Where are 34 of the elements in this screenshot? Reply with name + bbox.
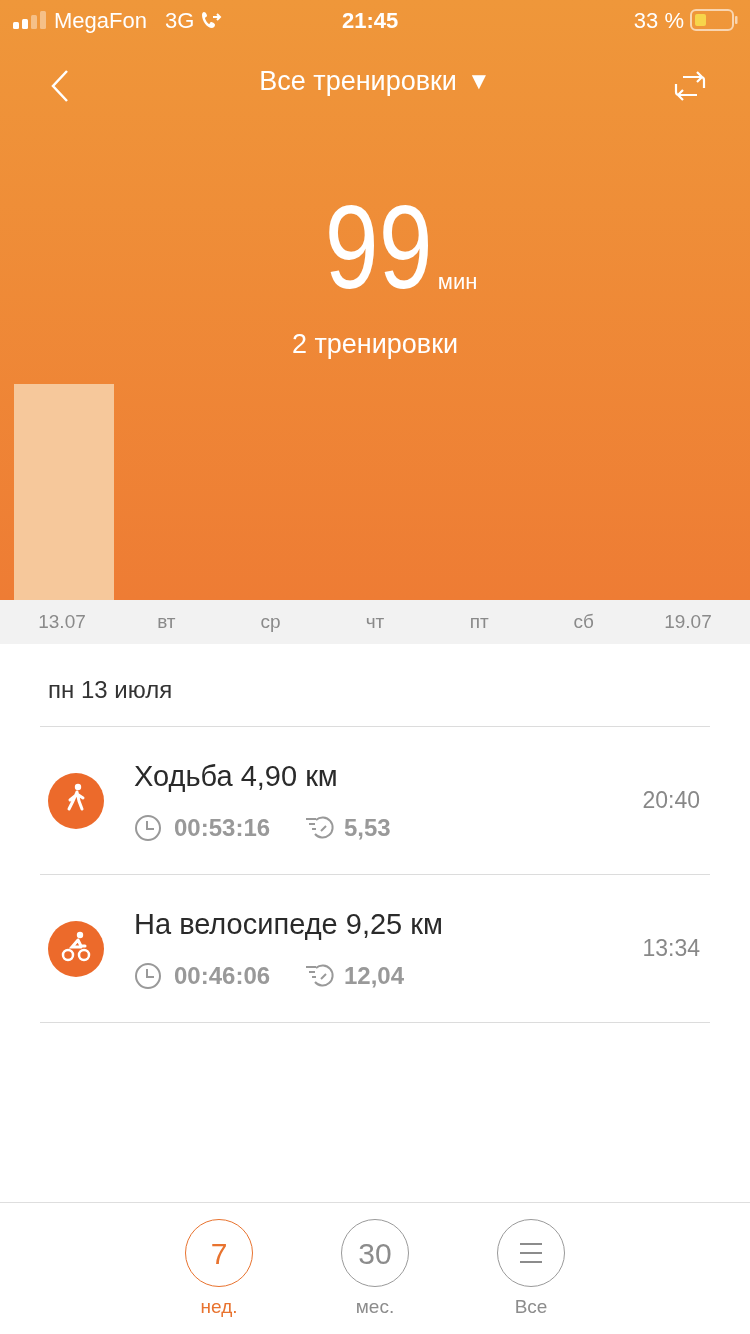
menu-icon: [519, 1242, 543, 1264]
axis-label: сб: [572, 609, 595, 634]
total-minutes: 99: [324, 192, 433, 302]
axis-label: чт: [364, 609, 386, 634]
clock-icon: [134, 962, 162, 991]
cyclist-icon: [48, 920, 104, 977]
call-forward-icon: [200, 9, 223, 31]
workout-time: 13:34: [642, 934, 700, 964]
pace-value: 5,53: [344, 813, 391, 844]
workout-filter-dropdown[interactable]: Все тренировки ▼: [259, 60, 491, 102]
duration-value: 00:46:06: [174, 961, 272, 992]
minutes-unit: мин: [437, 268, 478, 296]
network-type: 3G: [164, 6, 195, 35]
battery-icon: [690, 8, 738, 32]
workout-title: На велосипеде 9,25 км: [134, 906, 443, 942]
walker-icon: [48, 772, 104, 829]
axis-label: 13.07: [37, 609, 87, 634]
day-heading: пн 13 июля: [48, 675, 173, 705]
clock-icon: [134, 814, 162, 843]
back-icon: [51, 69, 69, 103]
carrier-name: MegaFon: [54, 6, 147, 35]
pace-value: 12,04: [344, 961, 405, 992]
battery-percent: 33 %: [633, 6, 684, 35]
axis-label: вт: [156, 609, 177, 634]
swap-icon: [673, 71, 707, 101]
workout-time: 20:40: [642, 786, 700, 816]
clock-time: 21:45: [342, 6, 399, 35]
axis-label: ср: [259, 609, 282, 634]
axis-label: 19.07: [663, 609, 713, 634]
workout-count: 2 тренировки: [291, 328, 459, 361]
workout-title: Ходьба 4,90 км: [134, 758, 339, 794]
signal-icon: [12, 10, 48, 30]
axis-label: пт: [468, 609, 490, 634]
duration-value: 00:53:16: [174, 813, 272, 844]
